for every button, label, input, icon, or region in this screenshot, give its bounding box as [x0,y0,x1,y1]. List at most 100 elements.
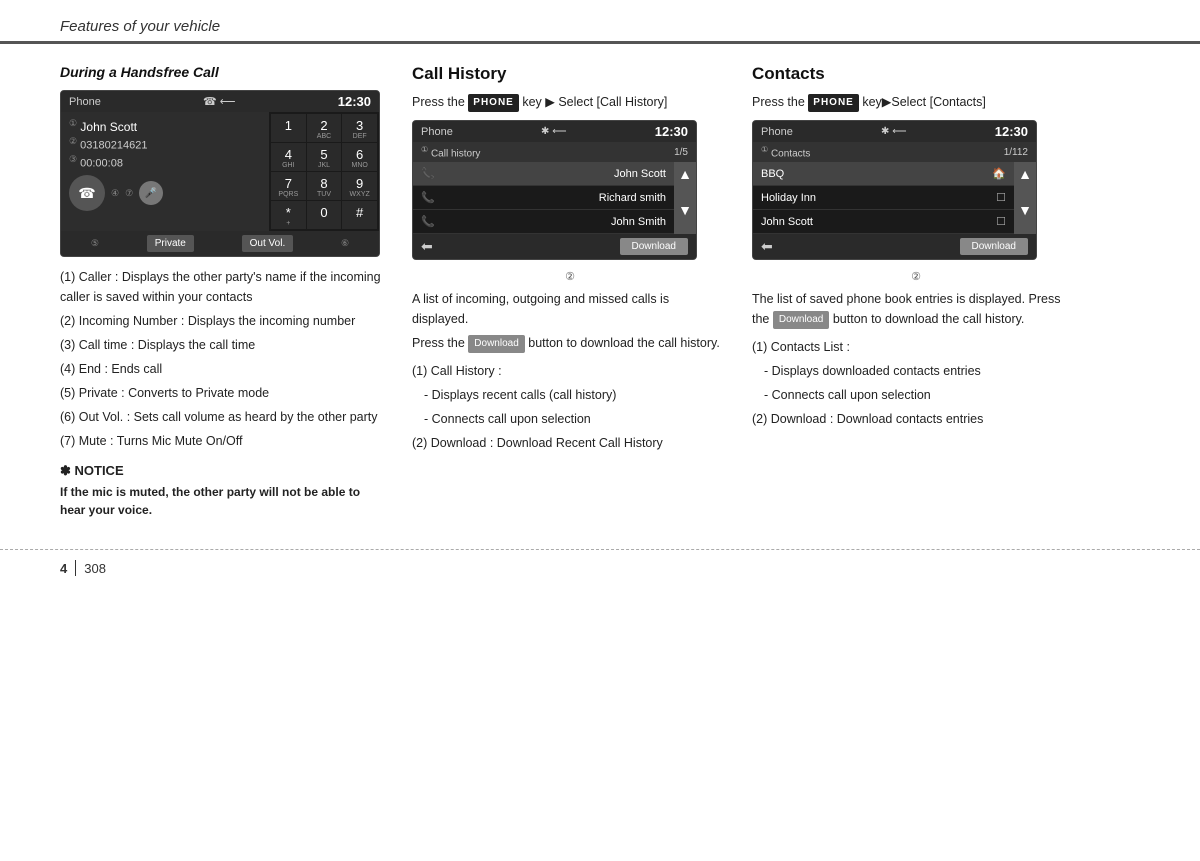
key-1[interactable]: 1 [271,114,306,142]
col2-body: A list of incoming, outgoing and missed … [412,289,728,353]
key-3[interactable]: 3DEF [342,114,377,142]
col-contacts: Contacts Press the PHONE key▶Select [Con… [740,64,1080,519]
ct-annotation: ② [752,270,1080,283]
phone-time-hf: 12:30 [338,94,371,109]
ct-item-icon-2: ☐ [996,191,1006,204]
col2-d3: - Connects call upon selection [412,409,728,429]
col3-d2: - Displays downloaded contacts entries [752,361,1080,381]
page-footer: 4 308 [0,549,1200,586]
desc-5: (5) Private : Converts to Private mode [60,383,388,403]
notice-body: If the mic is muted, the other party wil… [60,483,388,519]
ch-phone-label: Phone [421,126,453,138]
ch-download-button[interactable]: Download [620,238,688,255]
col3-d4: (2) Download : Download contacts entries [752,409,1080,429]
col3-intro: Press the PHONE key▶Select [Contacts] [752,92,1080,112]
contacts-screen: Phone ✱ ⟵ 12:30 ① Contacts 1/112 BBQ 🏠 H… [752,120,1037,260]
phone-icons-hf: ☎ ⟵ [203,95,236,108]
end-call-icon: ☎ [69,175,105,211]
desc-4: (4) End : Ends call [60,359,388,379]
mute-icon: 🎤 [139,181,163,205]
ch-phone-time: 12:30 [655,124,688,139]
caller-number-label: ② 03180214621 [69,136,261,152]
footer-page-num: 4 [60,561,67,576]
key-0[interactable]: 0 [307,201,342,229]
col1-title: During a Handsfree Call [60,64,388,80]
key-star[interactable]: *+ [271,201,306,229]
hf-bottom-buttons: ⑤ Private Out Vol. ⑥ [61,231,379,256]
handsfree-screen-body: ① John Scott ② 03180214621 ③ 00:00:08 [61,112,379,231]
ct-item-name-2: Holiday Inn [761,192,816,204]
ct-download-button[interactable]: Download [960,238,1028,255]
outvol-button[interactable]: Out Vol. [242,235,294,252]
phone-label-hf: Phone [69,96,101,108]
ch-scroll-arrows: ▲ ▼ [674,162,696,234]
item-name-1: John Scott [614,168,666,180]
ch-annotation: ② [412,270,728,283]
desc-6: (6) Out Vol. : Sets call volume as heard… [60,407,388,427]
ch-phone-footer: ⬅ Download [413,234,696,259]
header-title: Features of your vehicle [60,18,220,35]
key-9[interactable]: 9WXYZ [342,172,377,200]
key-4[interactable]: 4GHI [271,143,306,171]
key-7[interactable]: 7PQRS [271,172,306,200]
back-button[interactable]: ⬅ [421,238,433,255]
col3-descriptions: (1) Contacts List : - Displays downloade… [752,337,1080,429]
item-name-3: John Smith [611,216,666,228]
ct-phone-footer: ⬅ Download [753,234,1036,259]
ch-scroll-area: 📞 John Scott 📞 Richard smith 📞 John Smit… [413,162,696,234]
col3-phone-key: PHONE [808,94,859,112]
col2-phone-key: PHONE [468,94,519,112]
col2-d4: (2) Download : Download Recent Call Hist… [412,433,728,453]
ct-item-icon-3: ☐ [996,215,1006,228]
list-item[interactable]: BBQ 🏠 [753,162,1014,186]
page-header: Features of your vehicle [0,0,1200,44]
list-item[interactable]: John Scott ☐ [753,210,1014,234]
key-6[interactable]: 6MNO [342,143,377,171]
desc-3: (3) Call time : Displays the call time [60,335,388,355]
list-item[interactable]: 📞 Richard smith [413,186,674,210]
col3-d1: (1) Contacts List : [752,337,1080,357]
notice-box: ✽ NOTICE If the mic is muted, the other … [60,463,388,519]
col2-intro: Press the PHONE key ▶ Select [Call Histo… [412,92,728,112]
col2-title: Call History [412,64,728,84]
caller-name-label: ① John Scott [69,118,261,134]
notice-title: ✽ NOTICE [60,463,388,479]
key-8[interactable]: 8TUV [307,172,342,200]
ct-scroll-down-arrow[interactable]: ▼ [1014,198,1036,234]
handsfree-phone-screen: Phone ☎ ⟵ 12:30 ① John Scott ② 031802146… [60,90,380,257]
list-item[interactable]: 📞 John Smith [413,210,674,234]
key-2[interactable]: 2ABC [307,114,342,142]
key-hash[interactable]: # [342,201,377,229]
item-icon-phone: 📞 [421,167,435,180]
item-icon-phone3: 📞 [421,215,435,228]
col3-download-inline: Download [773,311,829,329]
col2-descriptions: (1) Call History : - Displays recent cal… [412,361,728,453]
key-5[interactable]: 5JKL [307,143,342,171]
hf-left-panel: ① John Scott ② 03180214621 ③ 00:00:08 [61,112,269,231]
item-name-2: Richard smith [599,192,666,204]
col-call-history: Call History Press the PHONE key ▶ Selec… [400,64,740,519]
ct-back-button[interactable]: ⬅ [761,238,773,255]
item-icon-phone2: 📞 [421,191,435,204]
ct-list-header: ① Contacts 1/112 [753,142,1036,162]
list-item[interactable]: 📞 John Scott [413,162,674,186]
col2-body-p2: Press the Download button to download th… [412,333,728,353]
ch-phone-icons: ✱ ⟵ [541,126,567,137]
private-button[interactable]: Private [147,235,194,252]
scroll-up-arrow[interactable]: ▲ [674,162,696,198]
ch-list: 📞 John Scott 📞 Richard smith 📞 John Smit… [413,162,674,234]
desc-2: (2) Incoming Number : Displays the incom… [60,311,388,331]
col2-d2: - Displays recent calls (call history) [412,385,728,405]
ct-phone-icons: ✱ ⟵ [881,126,907,137]
main-content: During a Handsfree Call Phone ☎ ⟵ 12:30 … [0,44,1200,539]
col3-d3: - Connects call upon selection [752,385,1080,405]
list-item[interactable]: Holiday Inn ☐ [753,186,1014,210]
ct-scroll-arrows: ▲ ▼ [1014,162,1036,234]
col2-download-inline: Download [468,335,524,353]
ct-phone-label: Phone [761,126,793,138]
scroll-down-arrow[interactable]: ▼ [674,198,696,234]
ct-scroll-up-arrow[interactable]: ▲ [1014,162,1036,198]
call-time-label: ③ 00:00:08 [69,154,261,170]
desc-7: (7) Mute : Turns Mic Mute On/Off [60,431,388,451]
phone-header-hf: Phone ☎ ⟵ 12:30 [61,91,379,112]
